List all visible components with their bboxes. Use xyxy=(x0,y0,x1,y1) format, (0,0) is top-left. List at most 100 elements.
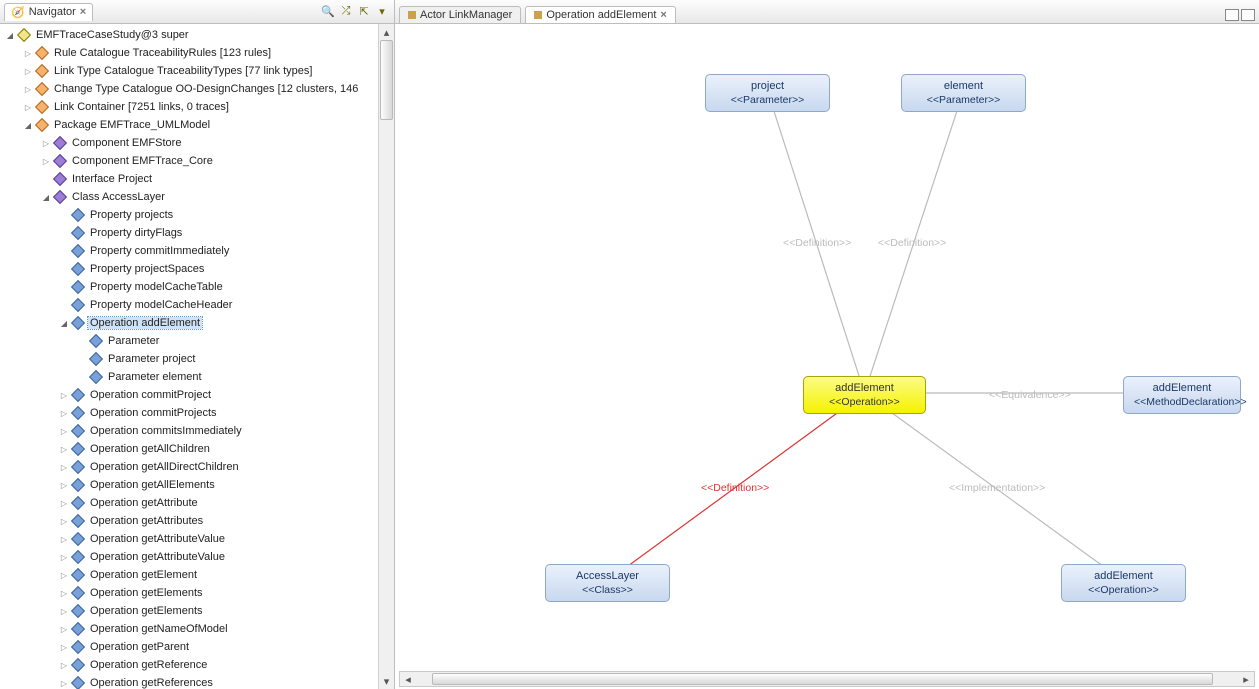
edge-label: <<Implementation>> xyxy=(949,482,1045,494)
tree-item[interactable]: Package EMFTrace_UMLModel xyxy=(0,116,394,134)
tree-item[interactable]: Operation getAllElements xyxy=(0,476,394,494)
expand-icon[interactable] xyxy=(58,480,70,491)
navigator-tab-close-icon[interactable]: × xyxy=(80,6,86,18)
tree-item[interactable]: Property modelCacheHeader xyxy=(0,296,394,314)
expand-icon[interactable] xyxy=(22,102,34,113)
compass-icon: 🧭 xyxy=(11,6,25,19)
tree-item[interactable]: Operation getNameOfModel xyxy=(0,620,394,638)
tree-item[interactable]: Operation commitsImmediately xyxy=(0,422,394,440)
tree-item-label: Operation commitProject xyxy=(88,389,213,401)
link-with-editor-icon[interactable]: ⤮ xyxy=(338,4,354,20)
tree-item[interactable]: Operation getReferences xyxy=(0,674,394,689)
expand-icon[interactable] xyxy=(58,444,70,455)
tree-item[interactable]: Component EMFStore xyxy=(0,134,394,152)
view-menu-icon[interactable]: ▾ xyxy=(374,4,390,20)
expand-icon[interactable] xyxy=(58,570,70,581)
maximize-button[interactable] xyxy=(1241,9,1255,21)
tree-item-label: Link Type Catalogue TraceabilityTypes [7… xyxy=(52,65,314,77)
tree-item[interactable]: Operation getAttributes xyxy=(0,512,394,530)
hscroll-thumb[interactable] xyxy=(432,673,1213,685)
expand-icon[interactable] xyxy=(58,624,70,635)
tree-item[interactable]: Change Type Catalogue OO-DesignChanges [… xyxy=(0,80,394,98)
diagram-node-methodDecl[interactable]: addElement<<MethodDeclaration>> xyxy=(1123,376,1241,414)
minimize-icon[interactable]: ⇱ xyxy=(356,4,372,20)
expand-icon[interactable] xyxy=(58,642,70,653)
tree-item[interactable]: Interface Project xyxy=(0,170,394,188)
tree-item[interactable]: Parameter project xyxy=(0,350,394,368)
diagram-node-project[interactable]: project<<Parameter>> xyxy=(705,74,830,112)
node-stereotype: <<Parameter>> xyxy=(912,93,1015,107)
search-icon[interactable]: 🔍 xyxy=(320,4,336,20)
navigator-tab[interactable]: 🧭 Navigator × xyxy=(4,3,93,21)
scroll-thumb[interactable] xyxy=(380,40,393,120)
tree-item[interactable]: Link Container [7251 links, 0 traces] xyxy=(0,98,394,116)
navigator-tree-scroll[interactable]: EMFTraceCaseStudy@3 superRule Catalogue … xyxy=(0,24,394,689)
expand-icon[interactable] xyxy=(58,606,70,617)
expand-icon[interactable] xyxy=(58,462,70,473)
expand-icon[interactable] xyxy=(22,66,34,77)
tree-item-label: Parameter project xyxy=(106,353,197,365)
expand-icon[interactable] xyxy=(58,390,70,401)
tree-item[interactable]: Operation getElements xyxy=(0,602,394,620)
minimize-button[interactable] xyxy=(1225,9,1239,21)
expand-icon[interactable] xyxy=(40,138,52,149)
scroll-down-icon[interactable]: ▾ xyxy=(379,673,394,689)
diamond-icon xyxy=(71,622,85,636)
expand-icon[interactable] xyxy=(58,588,70,599)
diagram-node-addOp[interactable]: addElement<<Operation>> xyxy=(803,376,926,414)
tree-item[interactable]: Operation getElement xyxy=(0,566,394,584)
tree-item[interactable]: Operation getAttributeValue xyxy=(0,548,394,566)
tree-item[interactable]: Operation getAttributeValue xyxy=(0,530,394,548)
tree-item[interactable]: Parameter xyxy=(0,332,394,350)
tree-item[interactable]: Component EMFTrace_Core xyxy=(0,152,394,170)
tree-item[interactable]: Property projectSpaces xyxy=(0,260,394,278)
scroll-up-icon[interactable]: ▴ xyxy=(379,24,394,40)
collapse-icon[interactable] xyxy=(40,192,52,203)
tree-item[interactable]: Operation getReference xyxy=(0,656,394,674)
expand-icon[interactable] xyxy=(58,552,70,563)
expand-icon[interactable] xyxy=(58,516,70,527)
tree-item[interactable]: Parameter element xyxy=(0,368,394,386)
tree-item[interactable]: Rule Catalogue TraceabilityRules [123 ru… xyxy=(0,44,394,62)
expand-icon[interactable] xyxy=(58,660,70,671)
tree-root[interactable]: EMFTraceCaseStudy@3 super xyxy=(0,26,394,44)
diagram-node-addOp2[interactable]: addElement<<Operation>> xyxy=(1061,564,1186,602)
collapse-icon[interactable] xyxy=(58,318,70,329)
tree-item[interactable]: Operation commitProjects xyxy=(0,404,394,422)
scroll-right-icon[interactable]: ▸ xyxy=(1238,672,1254,686)
editor-tab[interactable]: Actor LinkManager xyxy=(399,6,521,23)
tree-item[interactable]: Property commitImmediately xyxy=(0,242,394,260)
collapse-icon[interactable] xyxy=(22,120,34,131)
tree-item[interactable]: Property dirtyFlags xyxy=(0,224,394,242)
expand-icon[interactable] xyxy=(58,408,70,419)
diagram-canvas[interactable]: project<<Parameter>> element<<Parameter>>… xyxy=(395,24,1259,689)
tree-item[interactable]: Property projects xyxy=(0,206,394,224)
expand-icon[interactable] xyxy=(40,156,52,167)
tree-item[interactable]: Operation getAttribute xyxy=(0,494,394,512)
tree-item-label: Operation getAllChildren xyxy=(88,443,212,455)
tree-item[interactable]: Operation getAllDirectChildren xyxy=(0,458,394,476)
tree-item[interactable]: Link Type Catalogue TraceabilityTypes [7… xyxy=(0,62,394,80)
tree-item-label: Component EMFStore xyxy=(70,137,183,149)
tree-item[interactable]: Operation addElement xyxy=(0,314,394,332)
editor-hscrollbar[interactable]: ◂ ▸ xyxy=(399,671,1255,687)
expand-icon[interactable] xyxy=(58,678,70,689)
tree-item[interactable]: Class AccessLayer xyxy=(0,188,394,206)
expand-icon[interactable] xyxy=(22,84,34,95)
tree-item[interactable]: Operation commitProject xyxy=(0,386,394,404)
scroll-left-icon[interactable]: ◂ xyxy=(400,672,416,686)
tree-item[interactable]: Operation getParent xyxy=(0,638,394,656)
tree-item[interactable]: Property modelCacheTable xyxy=(0,278,394,296)
tab-close-icon[interactable]: × xyxy=(660,9,666,21)
expand-icon[interactable] xyxy=(58,498,70,509)
expand-icon[interactable] xyxy=(58,534,70,545)
tree-item[interactable]: Operation getAllChildren xyxy=(0,440,394,458)
expand-icon[interactable] xyxy=(22,48,34,59)
collapse-icon[interactable] xyxy=(4,30,16,41)
tree-item[interactable]: Operation getElements xyxy=(0,584,394,602)
editor-tab[interactable]: Operation addElement× xyxy=(525,6,676,23)
diagram-node-element[interactable]: element<<Parameter>> xyxy=(901,74,1026,112)
navigator-vscrollbar[interactable]: ▴ ▾ xyxy=(378,24,394,689)
diagram-node-accessLayer[interactable]: AccessLayer<<Class>> xyxy=(545,564,670,602)
expand-icon[interactable] xyxy=(58,426,70,437)
